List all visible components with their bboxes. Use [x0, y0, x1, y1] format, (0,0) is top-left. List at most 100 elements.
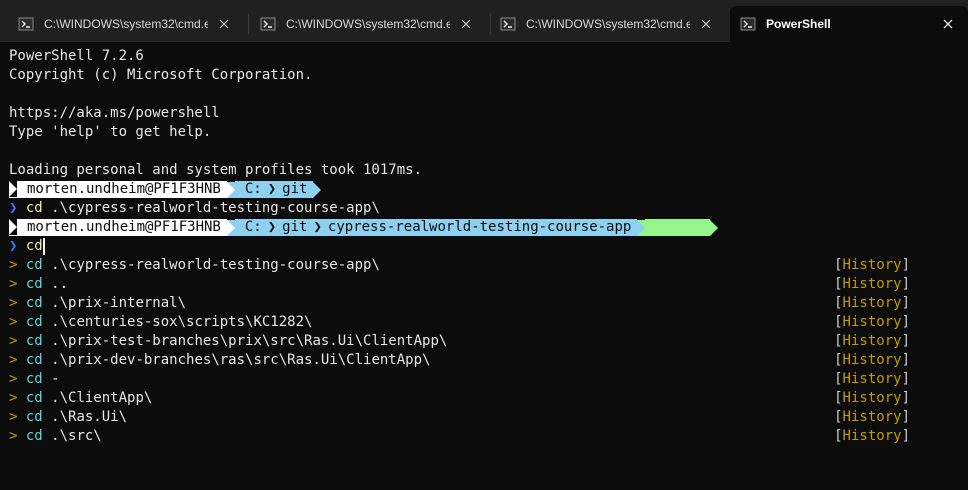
command-word: cd	[25, 409, 43, 425]
command-word: cd	[25, 314, 43, 330]
history-tag: [History]	[834, 409, 910, 425]
history-chevron: >	[9, 390, 18, 406]
history-chevron: >	[9, 371, 18, 387]
prompt-path-segment: C: ❯ git ❯ cypress-realworld-testing-course-…	[234, 219, 638, 236]
command-arg: .\prix-dev-branches\ras\src\Ras.Ui\Clien…	[42, 352, 431, 368]
history-tag: [History]	[834, 390, 910, 406]
branch-icon	[651, 219, 712, 253]
banner-line: PowerShell 7.2.6	[9, 48, 144, 64]
history-tag-label: History	[842, 409, 902, 425]
command-word: cd	[25, 238, 43, 254]
command-line[interactable]: ❯ cd	[9, 237, 45, 256]
history-tag: [History]	[834, 295, 910, 311]
banner-line: Type 'help' to get help.	[9, 124, 212, 140]
history-item[interactable]: > cd .\cypress-realworld-testing-course-…	[9, 256, 380, 275]
history-tag-label: History	[842, 371, 902, 387]
history-chevron: >	[9, 409, 18, 425]
prompt-subdir: cypress-realworld-testing-course-app	[327, 219, 632, 235]
prompt-user-segment: morten.undheim@PF1F3HNB	[9, 219, 227, 236]
history-item[interactable]: > cd .\Ras.Ui\	[9, 408, 127, 427]
history-tag-label: History	[842, 428, 902, 444]
banner-line: Copyright (c) Microsoft Corporation.	[9, 67, 313, 83]
history-tag-label: History	[842, 295, 902, 311]
history-tag: [History]	[834, 428, 910, 444]
prompt-path-segment: C: ❯ git	[234, 181, 314, 198]
segment-arrow	[709, 219, 718, 236]
banner-line: https://aka.ms/powershell	[9, 105, 220, 121]
command-word: cd	[25, 200, 43, 216]
segment-arrow	[313, 181, 322, 198]
command-word: cd	[25, 295, 43, 311]
close-icon[interactable]	[216, 16, 232, 32]
command-arg: .\cypress-realworld-testing-course-app\	[42, 200, 380, 216]
prompt-drive: C:	[244, 219, 262, 235]
prompt-git-segment: start	[645, 219, 712, 252]
command-arg: .\centuries-sox\scripts\KC1282\	[42, 314, 313, 330]
tab-title: C:\WINDOWS\system32\cmd.exe	[44, 17, 208, 31]
command-arg: .\ClientApp\	[42, 390, 153, 406]
history-tag: [History]	[834, 257, 910, 273]
prompt-line: morten.undheim@PF1F3HNB C: ❯ git ❯ cypress-r…	[9, 218, 718, 252]
prompt-user-segment: morten.undheim@PF1F3HNB	[9, 181, 227, 198]
text-cursor	[42, 237, 45, 255]
history-tag-label: History	[842, 314, 902, 330]
history-item[interactable]: > cd .\src\	[9, 427, 102, 446]
command-arg: .\cypress-realworld-testing-course-app\	[42, 257, 380, 273]
command-word: cd	[25, 257, 43, 273]
prompt-branch: start	[661, 236, 704, 252]
history-item[interactable]: > cd .\prix-dev-branches\ras\src\Ras.Ui\…	[9, 351, 430, 370]
history-tag: [History]	[834, 352, 910, 368]
command-line: ❯ cd .\cypress-realworld-testing-course-…	[9, 199, 380, 218]
tab-title: PowerShell	[766, 17, 831, 31]
command-arg: .\prix-test-branches\prix\src\Ras.Ui\Cli…	[42, 333, 448, 349]
history-item[interactable]: > cd .\prix-test-branches\prix\src\Ras.U…	[9, 332, 447, 351]
close-icon[interactable]	[458, 16, 474, 32]
tab-title: C:\WINDOWS\system32\cmd.exe	[286, 17, 450, 31]
prompt-dir: git	[282, 219, 308, 235]
history-chevron: >	[9, 257, 18, 273]
history-tag-label: History	[842, 276, 902, 292]
prompt-drive: C:	[244, 181, 262, 197]
powershell-icon	[740, 16, 756, 32]
command-word: cd	[25, 371, 43, 387]
prompt-chevron: ❯	[9, 238, 18, 254]
command-arg: -	[42, 371, 60, 387]
command-word: cd	[25, 276, 43, 292]
command-arg: .\src\	[42, 428, 102, 444]
tab-separator	[248, 14, 249, 34]
history-item[interactable]: > cd .\prix-internal\	[9, 294, 186, 313]
history-chevron: >	[9, 333, 18, 349]
prompt-dir: git	[282, 181, 308, 197]
close-icon[interactable]	[698, 16, 714, 32]
tab-powershell[interactable]: PowerShell	[730, 6, 968, 42]
banner-line: Loading personal and system profiles too…	[9, 162, 423, 178]
history-item[interactable]: > cd ..	[9, 275, 68, 294]
prompt-chevron: ❯	[9, 200, 18, 216]
history-tag-label: History	[842, 333, 902, 349]
history-chevron: >	[9, 428, 18, 444]
tab-cmd-1[interactable]: C:\WINDOWS\system32\cmd.exe	[8, 6, 244, 42]
history-item[interactable]: > cd .\ClientApp\	[9, 389, 152, 408]
tab-title: C:\WINDOWS\system32\cmd.exe	[526, 17, 690, 31]
history-tag: [History]	[834, 371, 910, 387]
tab-bar: C:\WINDOWS\system32\cmd.exe C:\WINDOWS\s…	[0, 0, 968, 42]
segment-arrow	[226, 219, 235, 236]
terminal-icon	[18, 16, 34, 32]
tab-cmd-3[interactable]: C:\WINDOWS\system32\cmd.exe	[490, 6, 726, 42]
command-word: cd	[25, 333, 43, 349]
terminal-pane[interactable]: PowerShell 7.2.6 Copyright (c) Microsoft…	[0, 42, 968, 490]
history-tag-label: History	[842, 257, 902, 273]
close-icon[interactable]	[940, 16, 956, 32]
terminal-icon	[260, 16, 276, 32]
tab-cmd-2[interactable]: C:\WINDOWS\system32\cmd.exe	[250, 6, 486, 42]
command-arg: .\Ras.Ui\	[42, 409, 128, 425]
history-item[interactable]: > cd .\centuries-sox\scripts\KC1282\	[9, 313, 312, 332]
segment-arrow	[637, 219, 646, 236]
history-tag: [History]	[834, 314, 910, 330]
command-word: cd	[25, 428, 43, 444]
command-arg: ..	[42, 276, 69, 292]
history-item[interactable]: > cd -	[9, 370, 60, 389]
history-chevron: >	[9, 352, 18, 368]
history-chevron: >	[9, 314, 18, 330]
command-word: cd	[25, 390, 43, 406]
